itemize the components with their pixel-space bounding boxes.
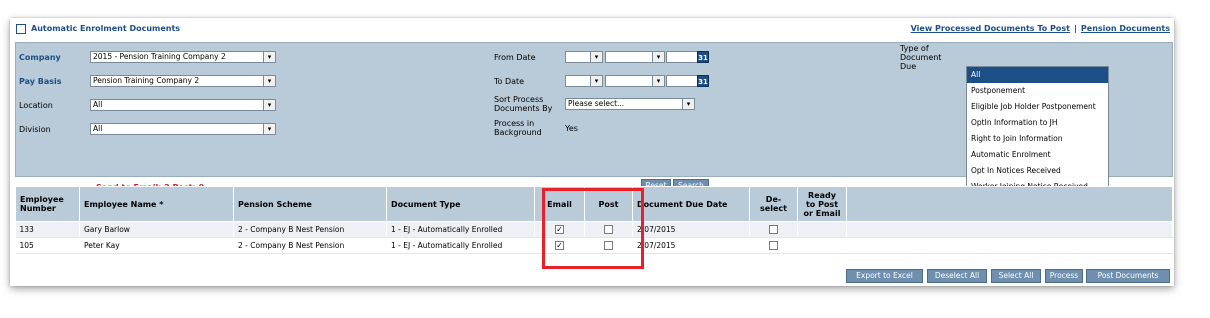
paybasis-value: Pension Training Company 2 [93, 76, 200, 85]
sort-label: Sort Process Documents By [494, 95, 553, 113]
chevron-down-icon: ▾ [590, 76, 602, 86]
from-year-input[interactable] [666, 51, 698, 63]
col-document-type[interactable]: Document Type [386, 186, 535, 222]
doc-type-option[interactable]: Right to Join Information [967, 131, 1108, 147]
doc-type-option[interactable]: OptIn Information to JH [967, 115, 1108, 131]
employee-name: Peter Kay [79, 237, 234, 254]
chevron-down-icon: ▾ [652, 76, 664, 86]
col-pension-scheme[interactable]: Pension Scheme [233, 186, 387, 222]
document-due-date: 2/07/2015 [632, 221, 750, 238]
from-date-label: From Date [494, 53, 536, 62]
row-filler [846, 221, 1173, 238]
process-button[interactable]: Process [1045, 269, 1083, 283]
col-employee-number[interactable]: Employee Number [15, 186, 80, 222]
deselect-cell [749, 221, 798, 238]
to-date-label: To Date [494, 77, 525, 86]
to-month-select[interactable]: ▾ [605, 75, 665, 87]
pension-documents-link[interactable]: Pension Documents [1081, 24, 1170, 33]
deselect-all-button[interactable]: Deselect All [927, 269, 987, 283]
calendar-icon[interactable]: 31 [697, 51, 709, 63]
chevron-down-icon: ▾ [263, 76, 275, 86]
employee-name: Gary Barlow [79, 221, 234, 238]
to-year-input[interactable] [666, 75, 698, 87]
doc-type-label: Type of Document Due [900, 44, 942, 71]
doc-type-option[interactable]: Opt In Notices Received [967, 163, 1108, 179]
from-month-select[interactable]: ▾ [605, 51, 665, 63]
employee-number: 133 [15, 221, 80, 238]
location-value: All [93, 100, 103, 109]
doc-type-option[interactable]: Eligible Job Holder Postponement [967, 99, 1108, 115]
background-label: Process in Background [494, 119, 542, 137]
chevron-down-icon: ▾ [652, 52, 664, 62]
doc-type-option[interactable]: Postponement [967, 83, 1108, 99]
chevron-down-icon: ▾ [590, 52, 602, 62]
sort-value: Please select... [568, 99, 625, 108]
filter-panel: Company 2015 - Pension Training Company … [15, 42, 1173, 194]
company-label: Company [19, 53, 61, 62]
background-value: Yes [565, 124, 578, 133]
document-type: 1 - EJ - Automatically Enrolled [386, 221, 535, 238]
col-deselect[interactable]: De-select [749, 186, 798, 222]
paybasis-label: Pay Basis [19, 77, 62, 86]
paybasis-select[interactable]: Pension Training Company 2 ▾ [90, 75, 276, 87]
ready-to-post [797, 237, 847, 254]
to-day-select[interactable]: ▾ [565, 75, 603, 87]
col-filler [846, 186, 1173, 222]
chevron-down-icon: ▾ [263, 100, 275, 110]
from-day-select[interactable]: ▾ [565, 51, 603, 63]
division-label: Division [19, 125, 51, 134]
export-to-excel-button[interactable]: Export to Excel [846, 269, 923, 283]
select-all-button[interactable]: Select All [991, 269, 1041, 283]
location-label: Location [19, 101, 53, 110]
deselect-checkbox[interactable] [769, 241, 778, 251]
link-separator: | [1073, 24, 1077, 33]
chevron-down-icon: ▾ [263, 124, 275, 134]
company-select[interactable]: 2015 - Pension Training Company 2 ▾ [90, 51, 276, 63]
post-documents-button[interactable]: Post Documents [1086, 269, 1170, 283]
company-value: 2015 - Pension Training Company 2 [93, 52, 226, 61]
sort-select[interactable]: Please select... ▾ [565, 98, 695, 110]
doc-type-listbox[interactable]: All Postponement Eligible Job Holder Postp… [966, 66, 1109, 194]
select-checkbox[interactable] [16, 24, 26, 34]
col-employee-name[interactable]: Employee Name * [79, 186, 234, 222]
col-ready[interactable]: Ready to Post or Email [797, 186, 847, 222]
chevron-down-icon: ▾ [682, 99, 694, 109]
doc-type-option[interactable]: Automatic Enrolment [967, 147, 1108, 163]
chevron-down-icon: ▾ [263, 52, 275, 62]
ready-to-post [797, 221, 847, 238]
page-title: Automatic Enrolment Documents [31, 24, 181, 33]
deselect-cell [749, 237, 798, 254]
calendar-icon[interactable]: 31 [697, 75, 709, 87]
view-processed-link[interactable]: View Processed Documents To Post [911, 24, 1070, 33]
document-due-date: 2/07/2015 [632, 237, 750, 254]
division-value: All [93, 124, 103, 133]
division-select[interactable]: All ▾ [90, 123, 276, 135]
header-links: View Processed Documents To Post | Pension… [911, 24, 1170, 33]
email-post-highlight-box [542, 188, 644, 269]
location-select[interactable]: All ▾ [90, 99, 276, 111]
pension-scheme: 2 - Company B Nest Pension [233, 221, 387, 238]
col-document-due-date[interactable]: Document Due Date [632, 186, 750, 222]
deselect-checkbox[interactable] [769, 225, 778, 235]
row-filler [846, 237, 1173, 254]
document-type: 1 - EJ - Automatically Enrolled [386, 237, 535, 254]
doc-type-option[interactable]: All [967, 67, 1108, 83]
employee-number: 105 [15, 237, 80, 254]
pension-scheme: 2 - Company B Nest Pension [233, 237, 387, 254]
